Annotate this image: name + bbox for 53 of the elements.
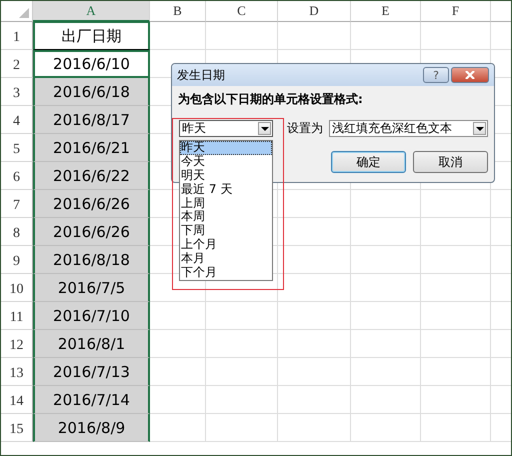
row-header[interactable]: 15 [1,414,33,442]
dialog-heading: 为包含以下日期的单元格设置格式: [178,91,364,108]
table-cell: 2016/7/13 [33,358,150,386]
table-cell: 2016/6/18 [33,78,150,106]
column-header[interactable]: A [33,1,150,22]
dropdown-option[interactable]: 下周 [180,224,272,238]
date-dropdown[interactable]: 昨天 [179,120,273,137]
table-cell: 2016/7/14 [33,386,150,414]
table-cell: 2016/6/26 [33,218,150,246]
help-button[interactable]: ? [423,67,449,83]
row-header[interactable]: 13 [1,358,33,386]
dropdown-option[interactable]: 本月 [180,252,272,266]
dropdown-option[interactable]: 本周 [180,210,272,224]
table-cell: 2016/8/1 [33,330,150,358]
column-header[interactable]: F [421,1,491,22]
dropdown-option[interactable]: 明天 [180,168,272,183]
row-header[interactable]: 2 [1,50,33,78]
row-header[interactable]: 11 [1,302,33,330]
format-label: 设置为 [287,120,323,137]
table-cell: 2016/6/22 [33,162,150,190]
table-cell: 2016/6/21 [33,134,150,162]
row-header[interactable]: 6 [1,162,33,190]
row-header[interactable]: 1 [1,22,33,50]
column-header[interactable]: C [206,1,278,22]
dropdown-option[interactable]: 上个月 [180,238,272,252]
dropdown-option[interactable]: 最近 7 天 [180,182,272,197]
dropdown-option[interactable]: 上周 [180,196,272,210]
table-cell: 2016/8/9 [33,414,150,442]
table-cell: 2016/6/26 [33,190,150,218]
row-header[interactable]: 9 [1,246,33,274]
row-header[interactable]: 14 [1,386,33,414]
row-header[interactable]: 7 [1,190,33,218]
row-header[interactable]: 3 [1,78,33,106]
column-header[interactable]: E [351,1,421,22]
row-header[interactable]: 5 [1,134,33,162]
cancel-button[interactable]: 取消 [413,151,488,173]
window-title: 发生日期 [177,66,226,84]
table-cell: 2016/7/10 [33,302,150,330]
format-dropdown[interactable]: 浅红填充色深红色文本 [329,120,488,137]
dropdown-option[interactable]: 下个月 [180,266,272,280]
dropdown-option[interactable]: 今天 [180,154,272,169]
column-header[interactable]: B [150,1,206,22]
row-header[interactable]: 12 [1,330,33,358]
table-cell: 出厂日期 [33,22,150,50]
ok-button[interactable]: 确定 [331,151,406,173]
table-cell: 2016/8/18 [33,246,150,274]
table-cell: 2016/8/17 [33,106,150,134]
row-header[interactable]: 8 [1,218,33,246]
table-cell: 2016/6/10 [33,50,150,78]
table-cell: 2016/7/5 [33,274,150,302]
row-header[interactable]: 10 [1,274,33,302]
column-header[interactable]: D [278,1,351,22]
row-header[interactable]: 4 [1,106,33,134]
